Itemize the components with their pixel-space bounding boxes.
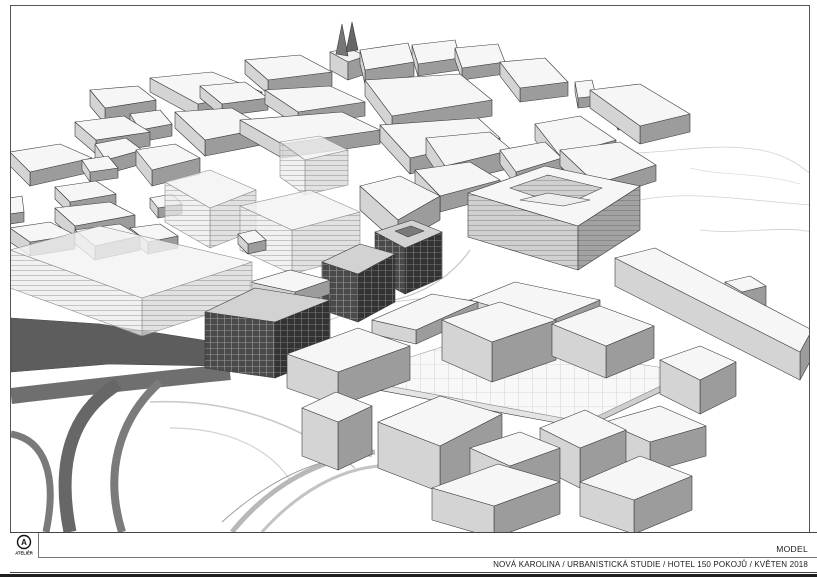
divider — [38, 557, 817, 558]
building — [11, 143, 93, 187]
terrain-contour — [689, 167, 801, 185]
model-render — [10, 5, 810, 532]
building — [499, 57, 569, 103]
terrain-contour — [639, 195, 809, 206]
building — [659, 345, 737, 415]
road-edge — [169, 427, 291, 481]
sheet-title: MODEL — [776, 544, 808, 554]
building — [411, 39, 461, 77]
title-block: A ATELIÉR MODEL NOVÁ KAROLINA / URBANIST… — [10, 532, 817, 574]
road-ramp — [11, 430, 54, 532]
bridge-arc — [221, 455, 373, 523]
glass-building — [279, 135, 349, 196]
building-roof — [11, 195, 25, 215]
bridge-arc — [230, 449, 376, 532]
road-ramp — [110, 379, 163, 532]
road — [11, 317, 216, 373]
road-ramp — [58, 378, 122, 532]
church-spire — [345, 21, 359, 53]
sheet-subtitle: NOVÁ KAROLINA / URBANISTICKÁ STUDIE / HO… — [493, 560, 808, 569]
building — [301, 391, 373, 471]
building — [454, 43, 506, 81]
building-wall — [204, 311, 276, 379]
bridge-arc — [260, 464, 379, 532]
logo-text: ATELIÉR — [15, 551, 33, 556]
road — [11, 364, 231, 404]
logo-mark: A — [21, 538, 27, 547]
atelier-logo-icon: A ATELIÉR — [15, 534, 33, 556]
terrain-contour — [699, 229, 809, 232]
divider — [10, 572, 817, 573]
massing-model — [11, 21, 809, 532]
building — [11, 195, 25, 225]
logo: A ATELIÉR — [10, 533, 39, 558]
